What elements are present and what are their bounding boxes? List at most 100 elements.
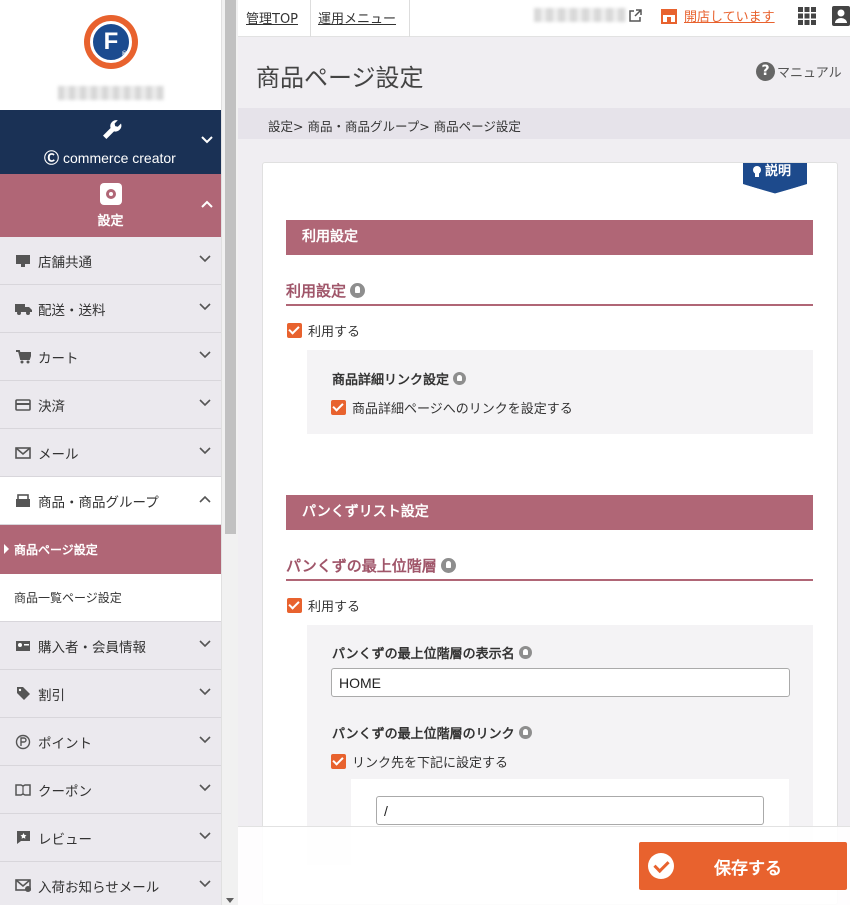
external-link-icon[interactable] <box>628 9 642 23</box>
bulb-icon <box>753 166 761 174</box>
display-name-label-text: パンくずの最上位階層の表示名 <box>332 647 515 662</box>
sidebar-item-discount[interactable]: 割引 <box>0 670 221 718</box>
hint-bulb-icon[interactable] <box>350 282 366 298</box>
sidebar-item-shipping[interactable]: 配送・送料 <box>0 285 221 333</box>
save-button[interactable]: 保存する <box>639 842 847 890</box>
sidebar-item-store-common[interactable]: 店舗共通 <box>0 237 221 285</box>
sidebar-item-mail[interactable]: メール <box>0 429 221 477</box>
sidebar-item-members[interactable]: 購入者・会員情報 <box>0 622 221 670</box>
mail-icon <box>14 444 32 462</box>
brand-logo[interactable]: F ® <box>84 15 138 69</box>
chevron-down-icon <box>199 255 211 263</box>
sidebar-item-coupon[interactable]: クーポン <box>0 766 221 814</box>
usage-subheading: 利用設定 <box>286 276 813 306</box>
top-link-label-text: パンくずの最上位階層のリンク <box>332 727 515 742</box>
sidebar-item-cart[interactable]: カート <box>0 333 221 381</box>
explain-badge[interactable]: 説明 <box>741 162 809 196</box>
usage-section-heading: 利用設定 <box>286 220 813 255</box>
chevron-down-icon <box>199 640 211 648</box>
settings-card: 説明 利用設定 利用設定 利用する 商品詳細リンク設定 商品詳細ページへのリンク… <box>262 162 838 905</box>
sidebar-item-label: カート <box>38 350 79 367</box>
display-name-input[interactable] <box>331 668 790 697</box>
chevron-down-icon <box>199 784 211 792</box>
explain-badge-label: 説明 <box>765 163 791 179</box>
checkbox-checked-icon[interactable] <box>287 598 302 613</box>
checkbox-label: 利用する <box>308 325 361 340</box>
review-icon <box>14 829 32 847</box>
breadcrumb-use-checkbox[interactable]: 利用する <box>287 596 360 615</box>
sidebar-item-label: クーポン <box>38 783 92 800</box>
chevron-down-icon <box>199 447 211 455</box>
save-button-label: 保存する <box>714 858 782 879</box>
hint-bulb-icon[interactable] <box>518 646 532 659</box>
top-bar: 管理TOP 運用メニュー 開店しています <box>238 0 850 37</box>
breadcrumb-subheading: パンくずの最上位階層 <box>286 551 813 581</box>
sidebar-item-payment[interactable]: 決済 <box>0 381 221 429</box>
arrival-mail-icon <box>14 877 32 895</box>
sidebar-item-review[interactable]: レビュー <box>0 814 221 862</box>
cart-icon <box>14 348 32 366</box>
chevron-down-icon <box>199 688 211 696</box>
chevron-up-icon <box>201 200 213 208</box>
hint-bulb-icon[interactable] <box>453 372 467 385</box>
sidebar-subitem-label: 商品ページ設定 <box>14 543 98 557</box>
usage-use-checkbox[interactable]: 利用する <box>287 321 360 340</box>
sidebar-item-products[interactable]: 商品・商品グループ <box>0 477 221 525</box>
user-account-icon[interactable] <box>832 6 850 26</box>
app-grid-icon[interactable] <box>798 7 816 25</box>
chevron-down-icon <box>199 736 211 744</box>
sidebar-item-points[interactable]: ポイント <box>0 718 221 766</box>
check-circle-icon <box>648 853 674 879</box>
top-link-checkbox[interactable]: リンク先を下記に設定する <box>331 752 508 771</box>
breadcrumb-section-heading: パンくずリスト設定 <box>286 495 813 530</box>
operation-menu-link[interactable]: 運用メニュー <box>318 8 396 27</box>
detail-link-label: 商品詳細リンク設定 <box>332 369 467 388</box>
sidebar-item-label: レビュー <box>38 831 92 848</box>
store-status-link[interactable]: 開店しています <box>660 6 775 25</box>
manual-link[interactable]: ? マニュアル <box>756 62 842 81</box>
active-indicator-icon <box>4 544 9 554</box>
top-link-label: パンくずの最上位階層のリンク <box>332 723 532 742</box>
commerce-creator-menu[interactable]: Ⓒ commerce creator <box>0 110 221 174</box>
chevron-down-icon <box>199 351 211 359</box>
scrollbar-thumb[interactable] <box>225 0 236 534</box>
manual-label: マニュアル <box>777 66 842 81</box>
store-status-label: 開店しています <box>684 10 775 25</box>
sidebar-subitem-label: 商品一覧ページ設定 <box>14 591 122 605</box>
sidebar-scrollbar[interactable] <box>221 0 238 905</box>
gear-icon <box>100 183 122 205</box>
coupon-icon <box>14 781 32 799</box>
tag-icon <box>14 685 32 703</box>
checkbox-checked-icon[interactable] <box>287 323 302 338</box>
store-url-redacted[interactable] <box>534 8 626 22</box>
divider <box>310 0 311 37</box>
chevron-down-icon <box>199 880 211 888</box>
link-target-input[interactable] <box>376 796 764 825</box>
checkbox-checked-icon[interactable] <box>331 754 346 769</box>
detail-link-checkbox[interactable]: 商品詳細ページへのリンクを設定する <box>331 398 573 417</box>
breadcrumb-bar: 設定> 商品・商品グループ> 商品ページ設定 <box>238 108 850 139</box>
sidebar-item-arrival-mail[interactable]: 入荷お知らせメール <box>0 862 221 905</box>
sidebar-item-label: 店舗共通 <box>38 254 92 271</box>
sidebar-subitem-product-page-settings[interactable]: 商品ページ設定 <box>0 525 221 574</box>
divider <box>409 0 410 37</box>
truck-icon <box>14 300 32 318</box>
chevron-up-icon <box>199 495 211 503</box>
admin-top-link[interactable]: 管理TOP <box>246 8 298 27</box>
chevron-down-icon <box>199 399 211 407</box>
settings-menu[interactable]: 設定 <box>0 174 221 237</box>
scroll-down-arrow-icon[interactable] <box>226 898 234 903</box>
detail-link-label-text: 商品詳細リンク設定 <box>332 373 450 388</box>
sidebar-item-label: 配送・送料 <box>38 302 106 319</box>
checkbox-label: 利用する <box>308 600 361 615</box>
checkbox-checked-icon[interactable] <box>331 400 346 415</box>
sidebar: F® Ⓒ commerce creator 設定 店舗共通 配送・送料 カート <box>0 0 221 905</box>
sidebar-item-label: 入荷お知らせメール <box>38 879 160 896</box>
product-icon <box>14 492 32 510</box>
commerce-creator-label: commerce creator <box>63 149 176 166</box>
hint-bulb-icon[interactable] <box>440 557 456 573</box>
chevron-down-icon <box>199 832 211 840</box>
sidebar-subitem-product-list-settings[interactable]: 商品一覧ページ設定 <box>0 574 221 622</box>
hint-bulb-icon[interactable] <box>518 726 532 739</box>
checkbox-label: リンク先を下記に設定する <box>352 756 509 771</box>
